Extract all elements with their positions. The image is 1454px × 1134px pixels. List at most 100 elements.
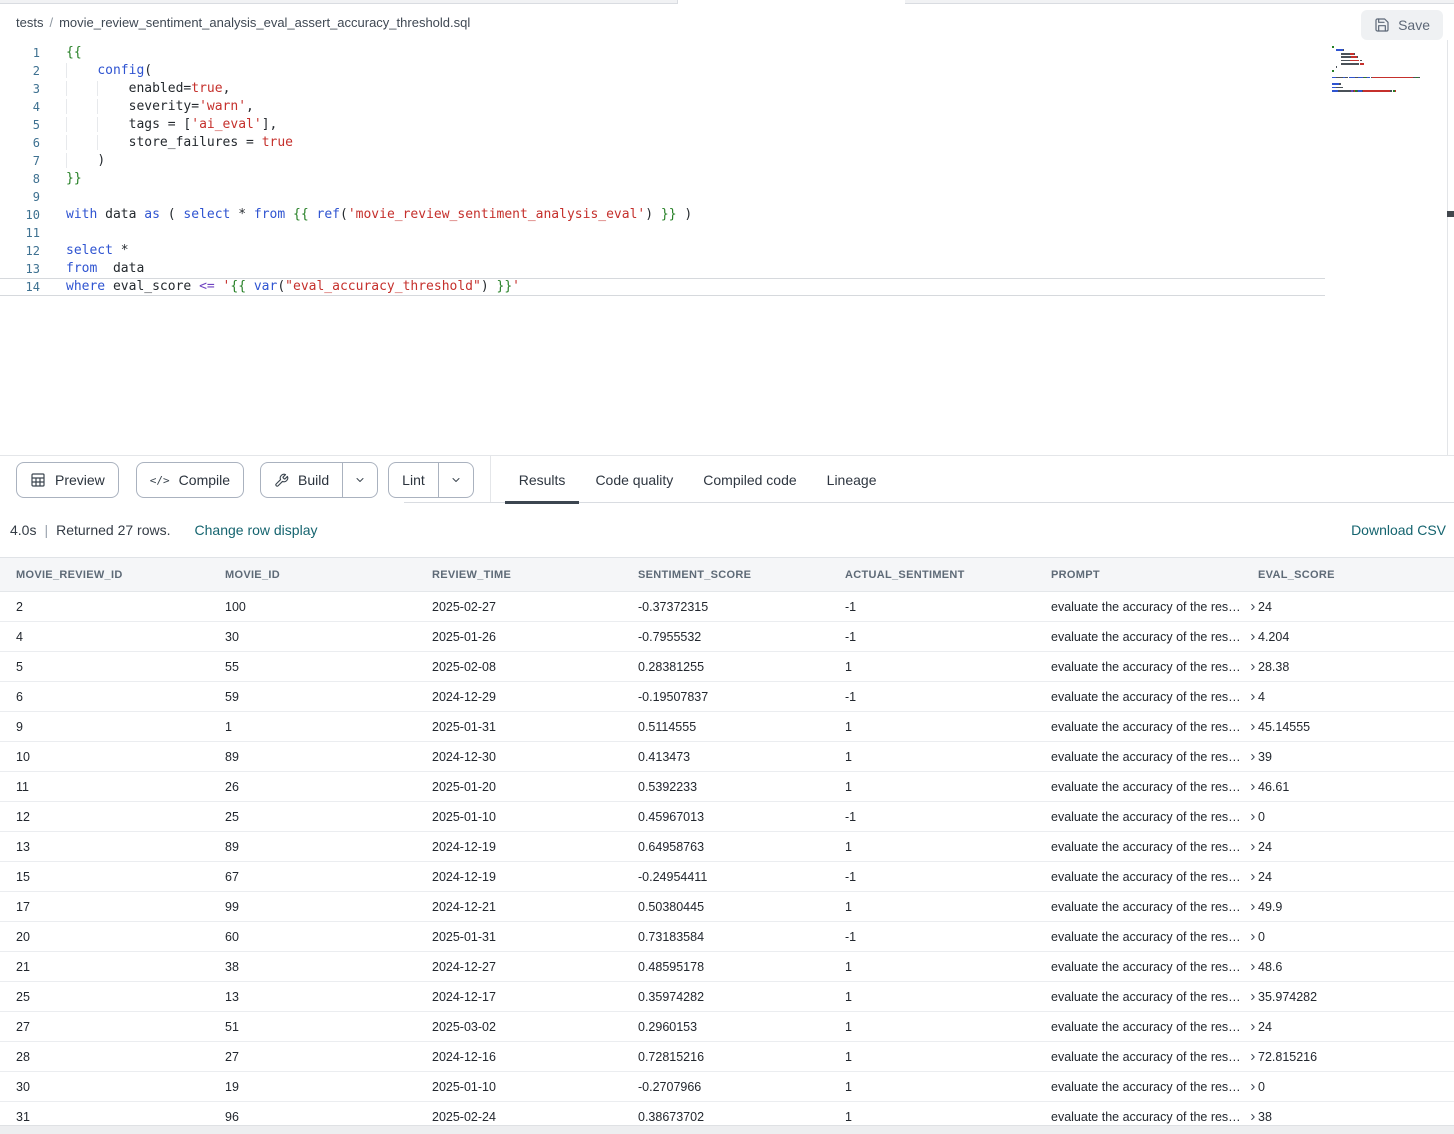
build-button[interactable]: Build	[261, 463, 342, 497]
table-row[interactable]: 17992024-12-210.503804451evaluate the ac…	[0, 892, 1454, 922]
code-line[interactable]: 8}}	[0, 170, 1325, 188]
table-row[interactable]: 27512025-03-020.29601531evaluate the acc…	[0, 1012, 1454, 1042]
table-row[interactable]: 15672024-12-19-0.24954411-1evaluate the …	[0, 862, 1454, 892]
prompt-preview-text: evaluate the accuracy of the res…	[1051, 690, 1241, 704]
table-row[interactable]: 25132024-12-170.359742821evaluate the ac…	[0, 982, 1454, 1012]
code-line[interactable]: 9	[0, 188, 1325, 206]
lint-dropdown-button[interactable]	[438, 463, 473, 497]
expand-prompt-icon[interactable]	[1248, 752, 1258, 762]
expand-prompt-icon[interactable]	[1248, 722, 1258, 732]
code-line[interactable]: 10with data as ( select * from {{ ref('m…	[0, 206, 1325, 224]
table-row[interactable]: 30192025-01-10-0.27079661evaluate the ac…	[0, 1072, 1454, 1102]
code-lines[interactable]: 1{{2 config(3 enabled=true,4 severity='w…	[0, 44, 1325, 296]
table-row[interactable]: 912025-01-310.51145551evaluate the accur…	[0, 712, 1454, 742]
prompt-cell: evaluate the accuracy of the res…	[1051, 960, 1258, 974]
code-line[interactable]: 4 severity='warn',	[0, 98, 1325, 116]
expand-prompt-icon[interactable]	[1248, 662, 1258, 672]
code-token: store_failures =	[129, 135, 262, 150]
table-cell: 1	[845, 1020, 1051, 1034]
table-row[interactable]: 21382024-12-270.485951781evaluate the ac…	[0, 952, 1454, 982]
code-token: }}	[661, 207, 677, 222]
table-header-row: MOVIE_REVIEW_IDMOVIE_IDREVIEW_TIMESENTIM…	[0, 558, 1454, 592]
table-row[interactable]: 28272024-12-160.728152161evaluate the ac…	[0, 1042, 1454, 1072]
build-dropdown-button[interactable]	[342, 463, 377, 497]
action-toolbar: Preview </> Compile Build Lint	[0, 455, 1454, 504]
code-line[interactable]: 14where eval_score <= '{{ var("eval_accu…	[0, 278, 1325, 296]
table-cell: -1	[845, 690, 1051, 704]
table-row[interactable]: 11262025-01-200.53922331evaluate the acc…	[0, 772, 1454, 802]
chevron-down-icon	[450, 474, 462, 486]
table-row[interactable]: 10892024-12-300.4134731evaluate the accu…	[0, 742, 1454, 772]
expand-prompt-icon[interactable]	[1248, 872, 1258, 882]
expand-prompt-icon[interactable]	[1248, 1112, 1258, 1122]
table-row[interactable]: 6592024-12-29-0.19507837-1evaluate the a…	[0, 682, 1454, 712]
table-cell: 24	[1258, 870, 1454, 884]
lint-button[interactable]: Lint	[389, 463, 438, 497]
table-cell: 1	[845, 720, 1051, 734]
download-csv-link[interactable]: Download CSV	[1351, 522, 1446, 538]
table-cell: 2024-12-21	[432, 900, 638, 914]
expand-prompt-icon[interactable]	[1248, 1022, 1258, 1032]
code-line[interactable]: 2 config(	[0, 62, 1325, 80]
prompt-preview-text: evaluate the accuracy of the res…	[1051, 1050, 1241, 1064]
editor-minimap[interactable]	[1332, 45, 1444, 445]
expand-prompt-icon[interactable]	[1248, 602, 1258, 612]
tab-code-quality[interactable]: Code quality	[581, 456, 687, 504]
line-number: 7	[0, 152, 40, 170]
compile-button[interactable]: </> Compile	[136, 462, 244, 498]
expand-prompt-icon[interactable]	[1248, 812, 1258, 822]
expand-prompt-icon[interactable]	[1248, 962, 1258, 972]
table-cell: 2025-02-27	[432, 600, 638, 614]
sql-code-editor[interactable]: 1{{2 config(3 enabled=true,4 severity='w…	[0, 40, 1454, 455]
code-line[interactable]: 13from data	[0, 260, 1325, 278]
code-line[interactable]: 11	[0, 224, 1325, 242]
table-row[interactable]: 5552025-02-080.283812551evaluate the acc…	[0, 652, 1454, 682]
column-header: ACTUAL_SENTIMENT	[845, 569, 1051, 581]
table-cell: 21	[16, 960, 225, 974]
table-row[interactable]: 13892024-12-190.649587631evaluate the ac…	[0, 832, 1454, 862]
expand-prompt-icon[interactable]	[1248, 932, 1258, 942]
tab-compiled-code[interactable]: Compiled code	[689, 456, 810, 504]
save-button[interactable]: Save	[1361, 10, 1443, 40]
table-cell: 2024-12-19	[432, 870, 638, 884]
code-line[interactable]: 6 store_failures = true	[0, 134, 1325, 152]
expand-prompt-icon[interactable]	[1248, 632, 1258, 642]
table-row[interactable]: 31962025-02-240.386737021evaluate the ac…	[0, 1102, 1454, 1126]
expand-prompt-icon[interactable]	[1248, 902, 1258, 912]
prompt-cell: evaluate the accuracy of the res…	[1051, 990, 1258, 1004]
table-cell: 1	[845, 960, 1051, 974]
change-row-display-link[interactable]: Change row display	[195, 522, 318, 538]
table-row[interactable]: 20602025-01-310.73183584-1evaluate the a…	[0, 922, 1454, 952]
code-line[interactable]: 5 tags = ['ai_eval'],	[0, 116, 1325, 134]
results-table: MOVIE_REVIEW_IDMOVIE_IDREVIEW_TIMESENTIM…	[0, 557, 1454, 1126]
expand-prompt-icon[interactable]	[1248, 842, 1258, 852]
table-cell: 1	[225, 720, 432, 734]
code-token: "eval_accuracy_threshold"	[285, 279, 481, 294]
expand-prompt-icon[interactable]	[1248, 782, 1258, 792]
expand-prompt-icon[interactable]	[1248, 692, 1258, 702]
code-line[interactable]: 7 )	[0, 152, 1325, 170]
table-cell: 72.815216	[1258, 1050, 1454, 1064]
table-cell: 60	[225, 930, 432, 944]
expand-prompt-icon[interactable]	[1248, 1052, 1258, 1062]
tab-results[interactable]: Results	[505, 456, 580, 504]
code-line-text: }}	[66, 170, 82, 188]
editor-scrollbar-mark[interactable]	[1447, 211, 1454, 217]
expand-prompt-icon[interactable]	[1248, 992, 1258, 1002]
table-cell: 2024-12-19	[432, 840, 638, 854]
table-row[interactable]: 4302025-01-26-0.7955532-1evaluate the ac…	[0, 622, 1454, 652]
table-row[interactable]: 21002025-02-27-0.37372315-1evaluate the …	[0, 592, 1454, 622]
code-line[interactable]: 1{{	[0, 44, 1325, 62]
code-line[interactable]: 12select *	[0, 242, 1325, 260]
tab-lineage[interactable]: Lineage	[813, 456, 891, 504]
code-token: as	[144, 207, 160, 222]
editor-scrollbar-track[interactable]	[1447, 40, 1448, 455]
preview-button[interactable]: Preview	[16, 462, 119, 498]
line-number: 9	[0, 188, 40, 206]
minimap-token	[1395, 90, 1396, 92]
code-line[interactable]: 3 enabled=true,	[0, 80, 1325, 98]
horizontal-scrollbar[interactable]	[0, 1125, 1454, 1134]
expand-prompt-icon[interactable]	[1248, 1082, 1258, 1092]
prompt-cell: evaluate the accuracy of the res…	[1051, 1080, 1258, 1094]
table-row[interactable]: 12252025-01-100.45967013-1evaluate the a…	[0, 802, 1454, 832]
